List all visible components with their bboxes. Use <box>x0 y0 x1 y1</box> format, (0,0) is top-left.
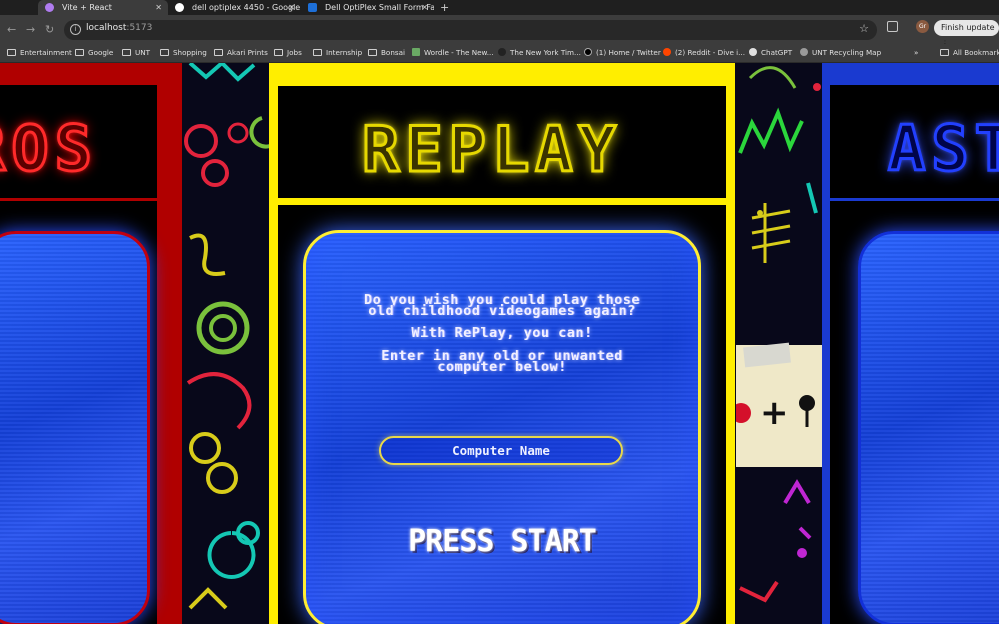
bookmark-star-icon[interactable]: ☆ <box>859 22 869 35</box>
bookmark-folder[interactable]: Internship <box>313 48 362 57</box>
bookmark-label: ChatGPT <box>761 48 793 57</box>
tab-title: Vite + React <box>62 3 112 12</box>
bookmark-folder[interactable]: Shopping <box>160 48 207 57</box>
instruction-line: computer below! <box>437 359 567 375</box>
bookmark-label: Shopping <box>173 48 207 57</box>
tab-title: Dell OptiPlex Small Form Fact <box>325 3 434 12</box>
right-cabinet-title: AST <box>887 111 999 187</box>
reload-icon[interactable]: ↻ <box>45 23 54 36</box>
bookmark-label: Jobs <box>287 48 302 57</box>
google-favicon-icon <box>175 3 184 12</box>
finish-update-label: Finish update <box>941 23 995 32</box>
bookmark-label: Akari Prints <box>227 48 268 57</box>
bookmark-unt-recycling[interactable]: UNT Recycling Map <box>800 48 881 57</box>
bookmark-folder[interactable]: Google <box>75 48 113 57</box>
left-arcade-cabinet[interactable]: ROS <box>0 63 182 624</box>
reddit-icon <box>663 48 671 56</box>
bookmark-chatgpt[interactable]: ChatGPT <box>749 48 792 57</box>
close-tab-icon[interactable]: ✕ <box>155 0 162 15</box>
chatgpt-icon <box>749 48 757 56</box>
tagline: With RePlay, you can! <box>411 325 593 341</box>
nytimes-icon <box>498 48 506 56</box>
right-marquee: AST <box>830 85 999 198</box>
bookmark-folder[interactable]: Bonsai <box>368 48 405 57</box>
folder-icon <box>368 49 377 56</box>
address-bar[interactable]: i localhost:5173 ☆ <box>64 20 877 40</box>
replay-arcade-cabinet: REPLAY Do you wish you could play those … <box>269 63 735 624</box>
bookmark-label: (1) Home / Twitter <box>596 48 661 57</box>
folder-icon <box>940 49 949 56</box>
taped-note-image: + <box>736 342 822 467</box>
bookmark-nytimes[interactable]: The New York Tim... <box>498 48 581 57</box>
plus-symbol: + <box>760 393 789 433</box>
bookmark-reddit[interactable]: (2) Reddit - Dive i... <box>663 48 745 57</box>
url-host: localhost <box>86 23 127 33</box>
press-start-button[interactable]: PRESS START <box>371 524 633 559</box>
folder-icon <box>160 49 169 56</box>
extensions-puzzle-icon[interactable] <box>887 21 898 32</box>
bookmark-label: Wordle - The New... <box>424 48 494 57</box>
close-tab-icon[interactable]: ✕ <box>288 0 295 15</box>
folder-icon <box>7 49 16 56</box>
replay-logo: REPLAY <box>361 112 622 188</box>
tab-dell-optiplex[interactable]: Dell OptiPlex Small Form Fact ✕ <box>301 0 434 15</box>
vite-favicon-icon <box>45 3 54 12</box>
tab-title: dell optiplex 4450 - Google S <box>192 3 301 12</box>
bookmark-label: Bonsai <box>381 48 406 57</box>
bookmark-wordle[interactable]: Wordle - The New... <box>412 48 494 57</box>
page-content: ROS REPLAY Do you wish you could play th… <box>0 63 999 624</box>
browser-toolbar: ← → ↻ i localhost:5173 ☆ Gr <box>0 15 999 44</box>
folder-icon <box>214 49 223 56</box>
bookmark-label: Google <box>88 48 114 57</box>
finish-update-button[interactable]: Finish update ⋮ <box>934 20 999 48</box>
left-marquee: ROS <box>0 85 157 198</box>
globe-icon <box>800 48 808 56</box>
intro-line: old childhood videogames again? <box>368 303 636 319</box>
bookmark-folder[interactable]: Akari Prints <box>214 48 268 57</box>
right-screen-bezel <box>830 201 999 624</box>
bookmark-folder[interactable]: UNT <box>122 48 150 57</box>
url-text[interactable]: localhost:5173 <box>86 23 152 33</box>
site-info-icon[interactable]: i <box>70 24 81 35</box>
bookmark-label: The New York Tim... <box>510 48 581 57</box>
computer-name-input[interactable] <box>379 436 623 465</box>
bookmark-label: All Bookmarks <box>953 48 999 57</box>
forward-arrow-icon[interactable]: → <box>26 23 35 36</box>
tab-vite-react[interactable]: Vite + React ✕ <box>38 0 168 15</box>
tab-google-search[interactable]: dell optiplex 4450 - Google S ✕ <box>168 0 301 15</box>
wordle-icon <box>412 48 420 56</box>
url-port: :5173 <box>126 23 153 33</box>
bookmark-folder[interactable]: Entertainment <box>7 48 72 57</box>
bookmark-label: Entertainment <box>20 48 72 57</box>
bookmarks-bar: Entertainment Google UNT Shopping Akari … <box>0 44 999 63</box>
bookmark-label: Internship <box>326 48 363 57</box>
more-bookmarks-icon[interactable]: » <box>914 48 918 57</box>
bookmark-label: UNT Recycling Map <box>812 48 882 57</box>
crt-screen: Do you wish you could play those old chi… <box>303 230 701 624</box>
back-arrow-icon[interactable]: ← <box>7 23 16 36</box>
folder-icon <box>122 49 131 56</box>
browser-tab-strip: Vite + React ✕ dell optiplex 4450 - Goog… <box>0 0 999 15</box>
folder-icon <box>274 49 283 56</box>
bookmark-label: UNT <box>135 48 151 57</box>
close-tab-icon[interactable]: ✕ <box>421 0 428 15</box>
bookmark-folder[interactable]: Jobs <box>274 48 302 57</box>
left-screen-bezel <box>0 201 157 624</box>
folder-icon <box>75 49 84 56</box>
new-tab-icon[interactable]: + <box>440 0 449 15</box>
all-bookmarks[interactable]: All Bookmarks <box>940 48 999 57</box>
right-crt-screen <box>858 231 999 624</box>
bookmark-twitter[interactable]: (1) Home / Twitter <box>584 48 661 57</box>
right-arcade-cabinet[interactable]: AST <box>822 63 999 624</box>
x-twitter-icon <box>584 48 592 56</box>
center-screen-bezel: Do you wish you could play those old chi… <box>278 205 726 624</box>
left-crt-screen <box>0 231 150 624</box>
left-cabinet-title: ROS <box>0 111 98 187</box>
dell-favicon-icon <box>308 3 317 12</box>
avatar[interactable]: Gr <box>916 20 929 33</box>
replay-marquee: REPLAY <box>278 86 726 198</box>
folder-icon <box>313 49 322 56</box>
bookmark-label: (2) Reddit - Dive i... <box>675 48 746 57</box>
